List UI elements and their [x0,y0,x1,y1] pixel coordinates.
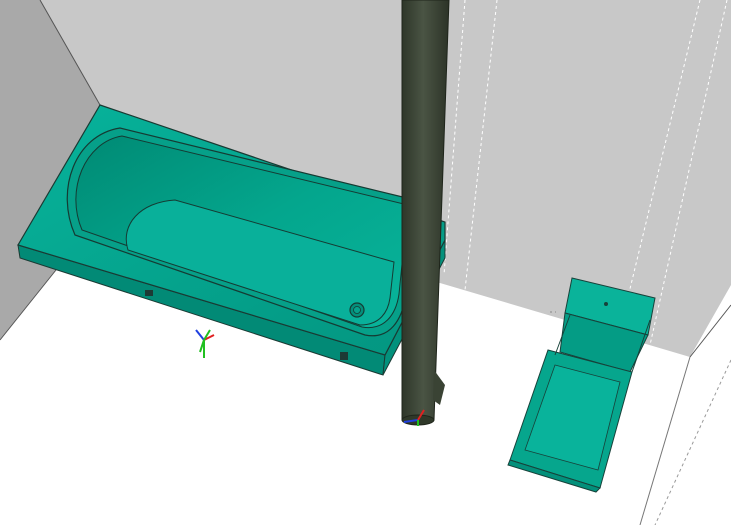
3d-viewport[interactable] [0,0,731,525]
scene-canvas[interactable] [0,0,731,525]
